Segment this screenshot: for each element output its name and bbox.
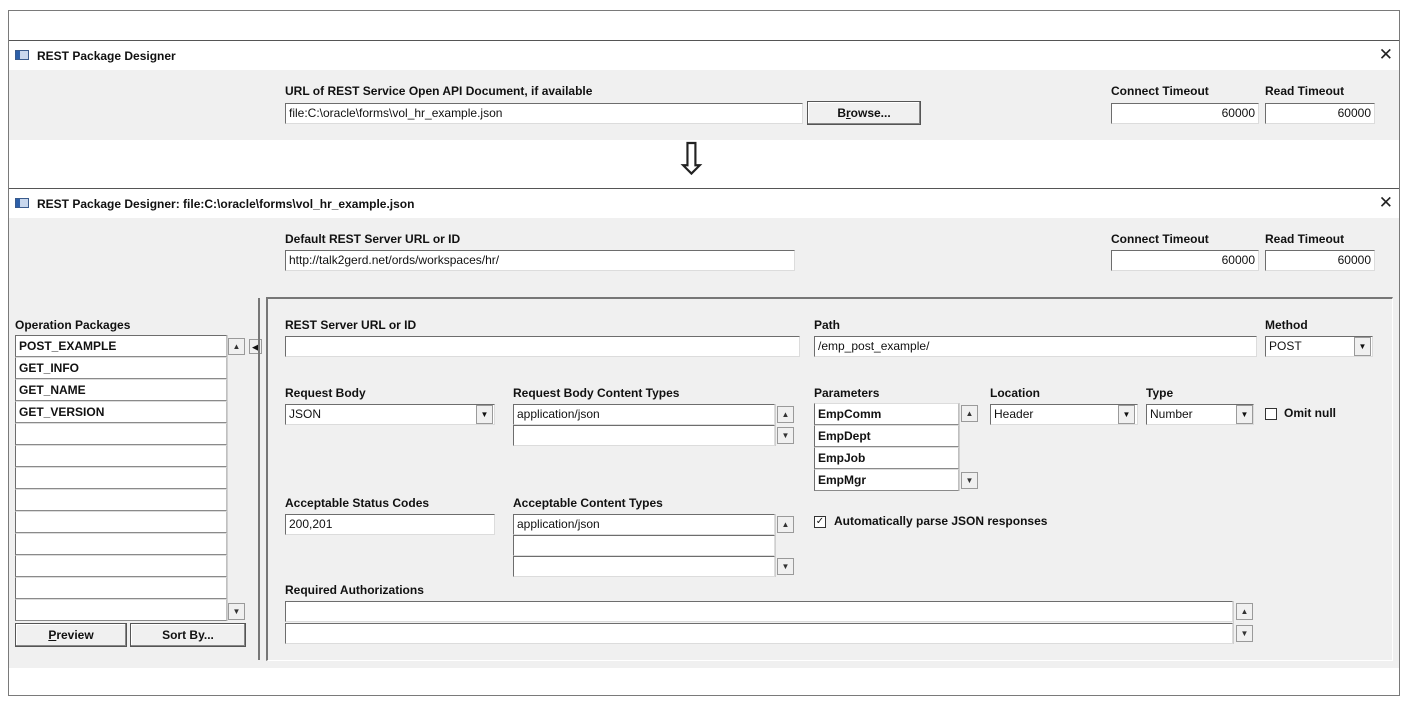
omit-null-checkbox[interactable]	[1265, 408, 1277, 420]
sort-by-button[interactable]: Sort By...	[130, 623, 246, 647]
scroll-up-icon[interactable]: ▲	[1236, 603, 1253, 620]
operation-package-item[interactable]: GET_NAME	[15, 379, 227, 401]
top-read-timeout-input[interactable]: 60000	[1265, 103, 1375, 124]
operation-packages-scrollbar[interactable]	[227, 335, 246, 621]
parameter-item[interactable]: EmpComm	[814, 403, 959, 425]
url-label: URL of REST Service Open API Document, i…	[285, 84, 593, 98]
scroll-down-icon[interactable]: ▼	[777, 558, 794, 575]
default-url-input[interactable]: http://talk2gerd.net/ords/workspaces/hr/	[285, 250, 795, 271]
scroll-up-icon[interactable]: ▲	[777, 516, 794, 533]
url-input[interactable]: file:C:\oracle\forms\vol_hr_example.json	[285, 103, 803, 124]
rest-server-input[interactable]	[285, 336, 800, 357]
parameter-item[interactable]: EmpDept	[814, 425, 959, 447]
scroll-down-icon[interactable]: ▼	[961, 472, 978, 489]
down-arrow-icon: ⇩	[673, 135, 710, 184]
scroll-up-icon[interactable]: ▲	[228, 338, 245, 355]
method-dropdown-icon[interactable]: ▼	[1354, 337, 1371, 356]
parameter-item[interactable]: EmpMgr	[814, 469, 959, 491]
operation-packages-label: Operation Packages	[15, 318, 131, 332]
scroll-down-icon[interactable]: ▼	[228, 603, 245, 620]
parameters-list[interactable]: EmpComm EmpDept EmpJob EmpMgr	[814, 403, 959, 491]
scroll-down-icon[interactable]: ▼	[1236, 625, 1253, 642]
omit-null-label: Omit null	[1284, 406, 1336, 420]
type-dropdown-icon[interactable]: ▼	[1236, 405, 1253, 424]
operation-package-item[interactable]: POST_EXAMPLE	[15, 335, 227, 357]
acc-content-types-label: Acceptable Content Types	[513, 496, 663, 510]
top-window-titlebar: REST Package Designer ✕	[9, 40, 1399, 70]
operation-package-item[interactable]: GET_INFO	[15, 357, 227, 379]
path-label: Path	[814, 318, 841, 332]
top-connect-timeout-label: Connect Timeout	[1111, 84, 1209, 98]
required-auth-row[interactable]	[285, 623, 1233, 644]
main-read-timeout-input[interactable]: 60000	[1265, 250, 1375, 271]
preview-button[interactable]: Preview	[15, 623, 127, 647]
operation-package-item[interactable]	[15, 423, 227, 445]
operation-package-item[interactable]: GET_VERSION	[15, 401, 227, 423]
top-window-close-button[interactable]: ✕	[1379, 45, 1393, 65]
operation-packages-list[interactable]: POST_EXAMPLE GET_INFO GET_NAME GET_VERSION	[15, 335, 227, 621]
app-icon	[15, 50, 29, 60]
operation-package-item[interactable]	[15, 511, 227, 533]
scroll-up-icon[interactable]: ▲	[961, 405, 978, 422]
main-window-titlebar: REST Package Designer: file:C:\oracle\fo…	[9, 188, 1399, 218]
default-url-label: Default REST Server URL or ID	[285, 232, 461, 246]
path-input[interactable]: /emp_post_example/	[814, 336, 1257, 357]
top-window-panel: URL of REST Service Open API Document, i…	[9, 70, 1399, 140]
location-dropdown-icon[interactable]: ▼	[1118, 405, 1135, 424]
operation-package-item[interactable]	[15, 489, 227, 511]
app-icon	[15, 198, 29, 208]
method-label: Method	[1265, 318, 1308, 332]
req-content-types-label: Request Body Content Types	[513, 386, 680, 400]
operation-package-item[interactable]	[15, 533, 227, 555]
location-label: Location	[990, 386, 1040, 400]
acc-content-type-row[interactable]	[513, 556, 775, 577]
scroll-down-icon[interactable]: ▼	[777, 427, 794, 444]
parameter-item[interactable]: EmpJob	[814, 447, 959, 469]
operation-package-item[interactable]	[15, 555, 227, 577]
top-connect-timeout-input[interactable]: 60000	[1111, 103, 1259, 124]
required-auth-label: Required Authorizations	[285, 583, 424, 597]
main-connect-timeout-label: Connect Timeout	[1111, 232, 1209, 246]
operation-package-item[interactable]	[15, 467, 227, 489]
operation-package-item[interactable]	[15, 599, 227, 621]
rest-server-label: REST Server URL or ID	[285, 318, 417, 332]
main-window-close-button[interactable]: ✕	[1379, 193, 1393, 213]
location-select[interactable]: Header	[990, 404, 1138, 425]
browse-button[interactable]: Browse...	[807, 101, 921, 125]
operation-package-item[interactable]	[15, 577, 227, 599]
status-codes-input[interactable]: 200,201	[285, 514, 495, 535]
main-connect-timeout-input[interactable]: 60000	[1111, 250, 1259, 271]
splitter[interactable]	[258, 298, 260, 660]
main-window-title: REST Package Designer: file:C:\oracle\fo…	[37, 197, 415, 211]
req-content-type-row[interactable]	[513, 425, 775, 446]
required-auth-row[interactable]	[285, 601, 1233, 622]
auto-parse-label: Automatically parse JSON responses	[834, 514, 1048, 528]
acc-content-type-row[interactable]: application/json	[513, 514, 775, 535]
parameters-label: Parameters	[814, 386, 880, 400]
request-body-dropdown-icon[interactable]: ▼	[476, 405, 493, 424]
top-read-timeout-label: Read Timeout	[1265, 84, 1345, 98]
operation-package-item[interactable]	[15, 445, 227, 467]
request-body-select[interactable]: JSON	[285, 404, 495, 425]
status-codes-label: Acceptable Status Codes	[285, 496, 430, 510]
auto-parse-checkbox[interactable]: ✓	[814, 516, 826, 528]
request-body-label: Request Body	[285, 386, 366, 400]
collapse-left-icon[interactable]: ◀	[249, 339, 262, 354]
top-window-title: REST Package Designer	[37, 49, 176, 63]
scroll-up-icon[interactable]: ▲	[777, 406, 794, 423]
type-label: Type	[1146, 386, 1174, 400]
acc-content-type-row[interactable]	[513, 535, 775, 556]
main-read-timeout-label: Read Timeout	[1265, 232, 1345, 246]
req-content-type-row[interactable]: application/json	[513, 404, 775, 425]
